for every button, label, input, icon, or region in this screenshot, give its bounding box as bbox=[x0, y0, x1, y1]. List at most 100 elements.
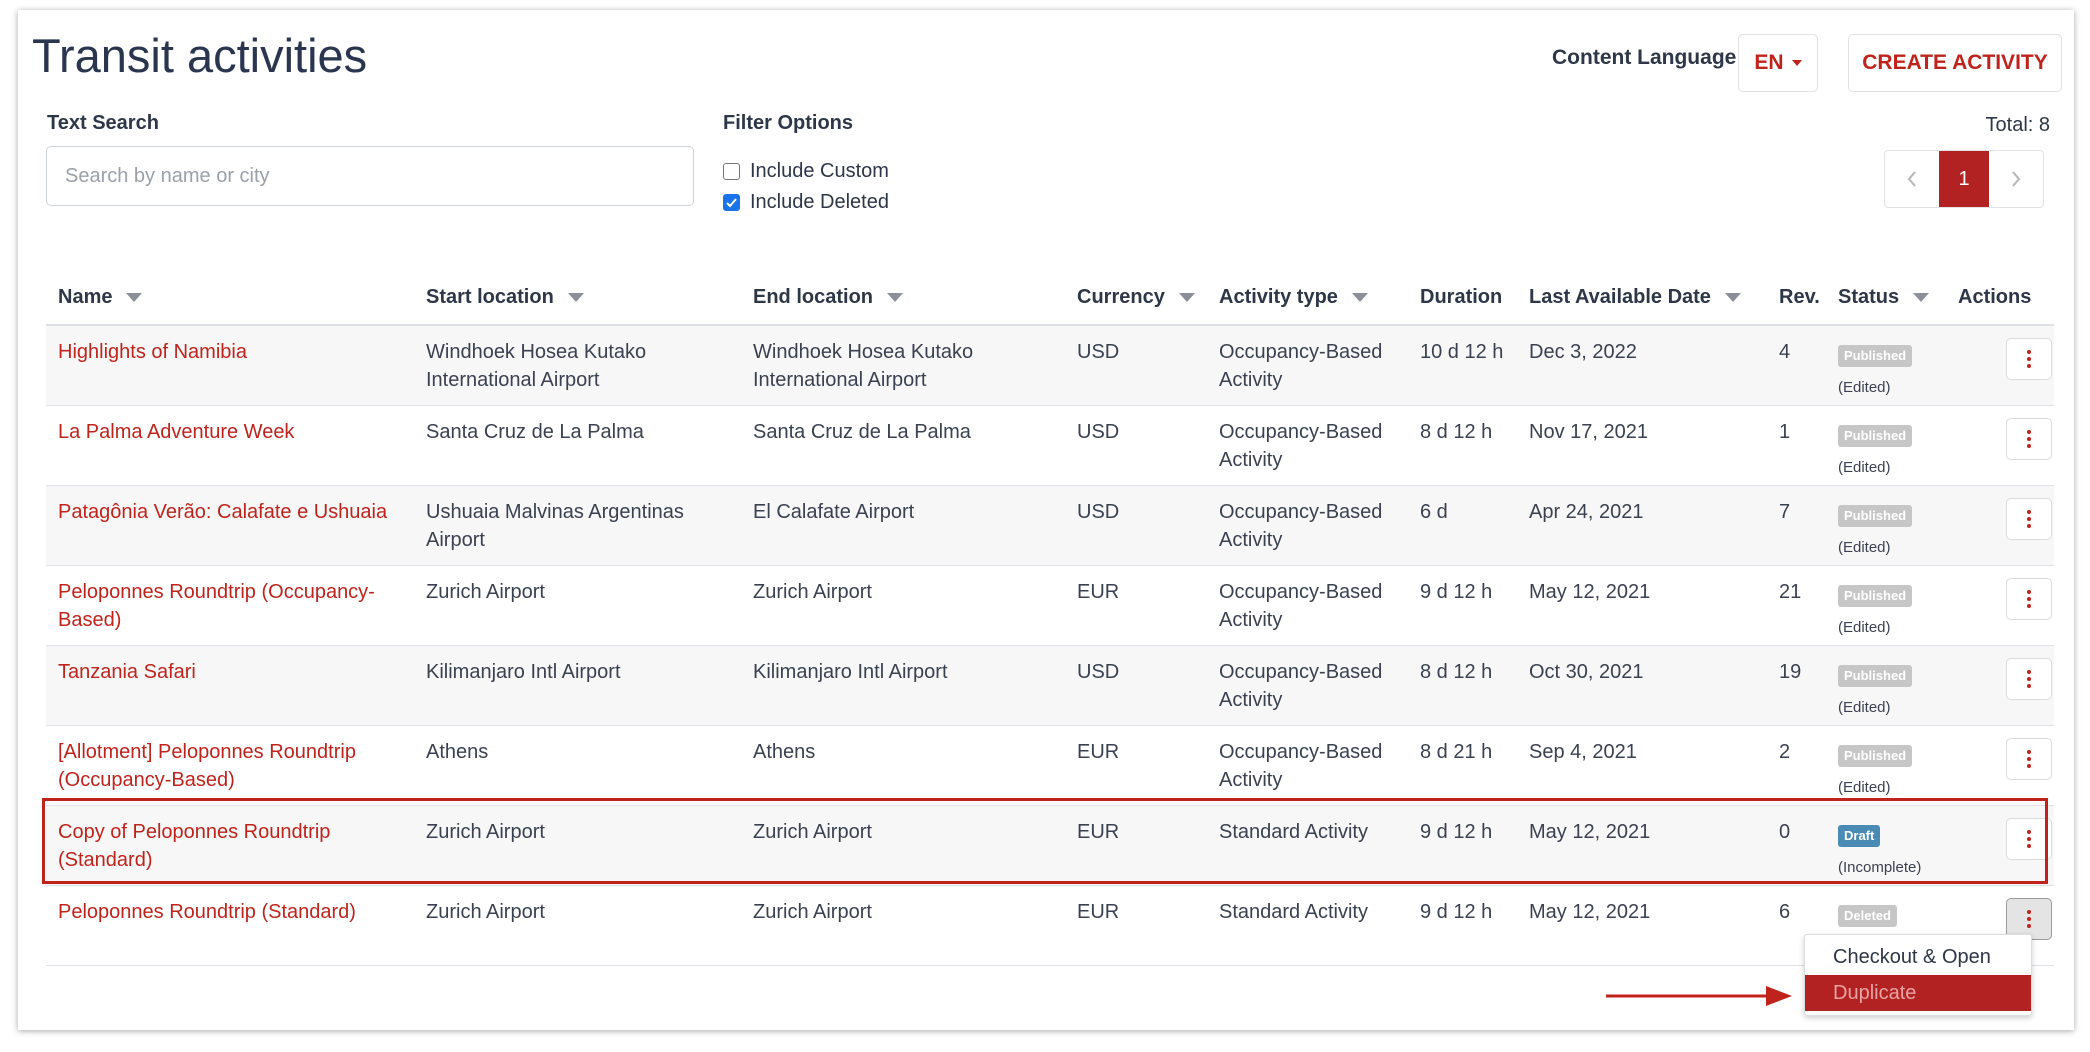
status-subtext: (Edited) bbox=[1838, 539, 1891, 556]
cell-name[interactable]: Tanzania Safari bbox=[58, 658, 403, 686]
col-name-label: Name bbox=[58, 286, 113, 308]
sort-icon bbox=[1351, 293, 1368, 302]
app-window: Transit activities Content Language EN C… bbox=[18, 10, 2074, 1030]
kebab-icon bbox=[2027, 910, 2031, 928]
cell-start: Kilimanjaro Intl Airport bbox=[426, 661, 621, 683]
include-deleted-label: Include Deleted bbox=[750, 191, 889, 213]
pagination: 1 bbox=[1884, 150, 2044, 208]
cell-name[interactable]: Peloponnes Roundtrip (Standard) bbox=[58, 898, 403, 926]
row-actions-button[interactable] bbox=[2006, 498, 2052, 540]
col-currency[interactable]: Currency bbox=[1077, 286, 1195, 309]
status-subtext: (Edited) bbox=[1838, 779, 1891, 796]
cell-end: Santa Cruz de La Palma bbox=[753, 421, 971, 443]
col-status-label: Status bbox=[1838, 286, 1900, 308]
cell-date: Sep 4, 2021 bbox=[1529, 741, 1637, 763]
row-actions-button[interactable] bbox=[2006, 818, 2052, 860]
caret-down-icon bbox=[1791, 60, 1802, 66]
row-actions-button[interactable] bbox=[2006, 738, 2052, 780]
col-name[interactable]: Name bbox=[58, 286, 143, 309]
cell-name[interactable]: La Palma Adventure Week bbox=[58, 418, 403, 446]
table-row: Copy of Peloponnes Roundtrip (Standard) Z… bbox=[46, 806, 2054, 886]
cell-type: Occupancy-Based Activity bbox=[1219, 581, 1383, 631]
cell-currency: USD bbox=[1077, 501, 1120, 523]
cell-duration: 8 d 12 h bbox=[1420, 421, 1493, 443]
col-date-label: Last Available Date bbox=[1529, 286, 1711, 308]
sort-icon bbox=[126, 293, 143, 302]
cell-date: Oct 30, 2021 bbox=[1529, 661, 1644, 683]
prev-page-button[interactable] bbox=[1885, 151, 1939, 207]
cell-name[interactable]: Patagônia Verão: Calafate e Ushuaia bbox=[58, 498, 403, 526]
menu-item-duplicate[interactable]: Duplicate bbox=[1805, 975, 2031, 1011]
chevron-right-icon bbox=[2012, 171, 2021, 187]
cell-type: Standard Activity bbox=[1219, 821, 1368, 843]
status-subtext: (Edited) bbox=[1838, 619, 1891, 636]
include-custom-label: Include Custom bbox=[750, 160, 889, 182]
include-deleted-option[interactable]: Include Deleted bbox=[723, 191, 889, 214]
content-language-label: Content Language bbox=[1552, 46, 1737, 69]
col-actions-label: Actions bbox=[1958, 286, 2032, 308]
cell-end: Zurich Airport bbox=[753, 581, 872, 603]
include-custom-checkbox[interactable] bbox=[723, 163, 740, 180]
language-dropdown[interactable]: EN bbox=[1738, 34, 1818, 92]
col-end-label: End location bbox=[753, 286, 873, 308]
table-row: La Palma Adventure Week Santa Cruz de La … bbox=[46, 406, 2054, 486]
status-badge: Published bbox=[1838, 345, 1913, 367]
cell-rev: 1 bbox=[1779, 421, 1791, 443]
page-1-button[interactable]: 1 bbox=[1939, 151, 1989, 207]
cell-name[interactable]: [Allotment] Peloponnes Roundtrip (Occupa… bbox=[58, 738, 403, 794]
col-last-date[interactable]: Last Available Date bbox=[1529, 286, 1741, 309]
table-header: Name Start location End location Currenc… bbox=[46, 272, 2054, 326]
status-cell: Published (Edited) bbox=[1838, 420, 1913, 482]
cell-end: Kilimanjaro Intl Airport bbox=[753, 661, 948, 683]
cell-name[interactable]: Highlights of Namibia bbox=[58, 338, 403, 366]
col-status[interactable]: Status bbox=[1838, 286, 1930, 309]
cell-currency: USD bbox=[1077, 661, 1120, 683]
table-row: Peloponnes Roundtrip (Standard) Zurich Ai… bbox=[46, 886, 2054, 966]
col-end-location[interactable]: End location bbox=[753, 286, 903, 309]
kebab-icon bbox=[2027, 590, 2031, 608]
col-activity-type[interactable]: Activity type bbox=[1219, 286, 1368, 309]
cell-type: Occupancy-Based Activity bbox=[1219, 741, 1383, 791]
include-deleted-checkbox[interactable] bbox=[723, 194, 740, 211]
col-duration: Duration bbox=[1420, 286, 1502, 309]
kebab-icon bbox=[2027, 750, 2031, 768]
chevron-left-icon bbox=[1907, 171, 1916, 187]
table-body: Highlights of Namibia Windhoek Hosea Kuta… bbox=[46, 326, 2054, 966]
cell-end: El Calafate Airport bbox=[753, 501, 915, 523]
menu-item-checkout-open[interactable]: Checkout & Open bbox=[1805, 939, 2031, 975]
create-activity-button[interactable]: CREATE ACTIVITY bbox=[1848, 34, 2062, 92]
activities-table: Name Start location End location Currenc… bbox=[46, 272, 2054, 966]
cell-type: Occupancy-Based Activity bbox=[1219, 501, 1383, 551]
col-start-location[interactable]: Start location bbox=[426, 286, 584, 309]
sort-icon bbox=[567, 293, 584, 302]
cell-rev: 0 bbox=[1779, 821, 1791, 843]
sort-icon bbox=[1178, 293, 1195, 302]
cell-end: Windhoek Hosea Kutako International Airp… bbox=[753, 341, 974, 391]
kebab-icon bbox=[2027, 430, 2031, 448]
cell-currency: USD bbox=[1077, 341, 1120, 363]
status-badge: Deleted bbox=[1838, 905, 1897, 927]
row-actions-button[interactable] bbox=[2006, 418, 2052, 460]
cell-name[interactable]: Peloponnes Roundtrip (Occupancy-Based) bbox=[58, 578, 403, 634]
cell-date: May 12, 2021 bbox=[1529, 901, 1651, 923]
cell-rev: 7 bbox=[1779, 501, 1791, 523]
cell-duration: 8 d 21 h bbox=[1420, 741, 1493, 763]
arrow-right-icon bbox=[1606, 986, 1792, 1006]
kebab-icon bbox=[2027, 830, 2031, 848]
cell-rev: 6 bbox=[1779, 901, 1791, 923]
status-cell: Draft (Incomplete) bbox=[1838, 820, 1921, 882]
next-page-button[interactable] bbox=[1989, 151, 2043, 207]
kebab-icon bbox=[2027, 510, 2031, 528]
row-actions-button[interactable] bbox=[2006, 658, 2052, 700]
filter-options-label: Filter Options bbox=[723, 112, 853, 134]
cell-start: Zurich Airport bbox=[426, 821, 545, 843]
status-cell: Published (Edited) bbox=[1838, 740, 1913, 802]
search-input[interactable] bbox=[46, 146, 694, 206]
row-actions-button[interactable] bbox=[2006, 338, 2052, 380]
include-custom-option[interactable]: Include Custom bbox=[723, 160, 889, 183]
cell-duration: 9 d 12 h bbox=[1420, 821, 1493, 843]
cell-name[interactable]: Copy of Peloponnes Roundtrip (Standard) bbox=[58, 818, 403, 874]
language-value: EN bbox=[1754, 51, 1784, 74]
cell-date: Apr 24, 2021 bbox=[1529, 501, 1644, 523]
row-actions-button[interactable] bbox=[2006, 578, 2052, 620]
